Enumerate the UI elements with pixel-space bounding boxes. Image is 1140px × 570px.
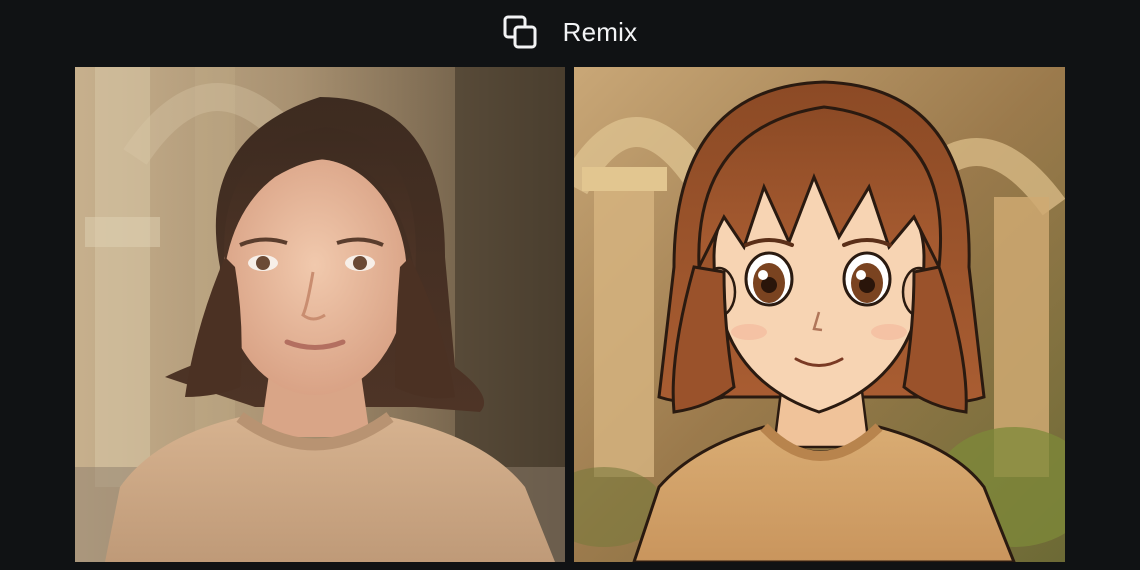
remixed-anime[interactable]	[574, 67, 1065, 562]
remixed-anime-image	[574, 67, 1065, 562]
top-bar: Remix	[0, 0, 1140, 64]
remix-icon	[503, 15, 537, 49]
original-photo[interactable]	[75, 67, 565, 562]
original-photo-image	[75, 67, 565, 562]
remix-label: Remix	[562, 16, 638, 47]
remix-button[interactable]: Remix	[503, 15, 638, 49]
